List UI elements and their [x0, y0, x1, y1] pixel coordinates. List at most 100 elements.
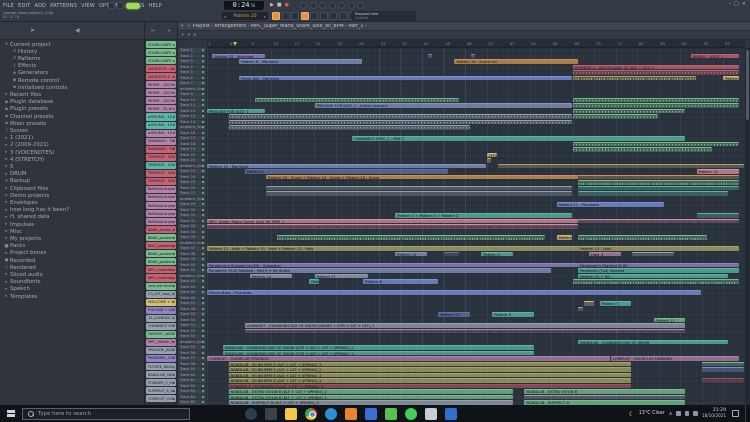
browser-item[interactable]: ▸My projects [0, 235, 144, 242]
pattern-pill[interactable]: WELCOME + SOUND [146, 299, 176, 306]
browser-item[interactable]: ▸Demo projects [0, 192, 144, 199]
clip[interactable]: BANDLAB - CHANGING DAY OF SNOW (GTR + AL… [223, 345, 534, 350]
track-led-icon[interactable] [202, 115, 204, 117]
track-led-icon[interactable] [202, 247, 204, 249]
track-led-icon[interactable] [202, 379, 204, 381]
track-led-icon[interactable] [202, 264, 204, 266]
clip[interactable] [702, 362, 744, 367]
track-led-icon[interactable] [202, 181, 204, 183]
clip[interactable] [524, 395, 685, 400]
browser-item[interactable]: ▸3 (VOICENOTES) [0, 149, 144, 156]
browser-item[interactable]: ▸how long has it been? [0, 207, 144, 214]
browser-item[interactable]: ▸Recent files [0, 91, 144, 98]
clip[interactable]: POWDER 3 - 90 BB BPM 5 (ALT + LST + SPRI… [229, 384, 632, 389]
notification-center-icon[interactable] [732, 410, 739, 417]
browser-item[interactable]: ▸5 [0, 163, 144, 170]
clip[interactable] [702, 367, 744, 372]
pattern-pill[interactable]: BANK_pandemic_a [146, 234, 176, 241]
pattern-pill[interactable]: BeMania drums 4 [146, 210, 176, 217]
track-led-icon[interactable] [202, 60, 204, 62]
browser-item[interactable]: ◆Plugin database [0, 99, 144, 106]
track-led-icon[interactable] [202, 49, 204, 51]
pattern-pill[interactable]: a.KOUMA - 10 E 2 [146, 122, 176, 129]
clip[interactable] [573, 109, 685, 114]
clip[interactable] [573, 147, 712, 152]
browser-item[interactable]: ▪Initialized controls [0, 84, 144, 91]
pattern-pill[interactable]: MOMO - 100 E V3 [146, 97, 176, 104]
clip[interactable]: BANDLAB - 90 BB BPM 5 (ALT + LST + SPRIN… [229, 373, 632, 378]
clip[interactable]: Pattern 3 [309, 279, 319, 284]
clip[interactable] [245, 329, 685, 334]
track-led-icon[interactable] [202, 154, 204, 156]
clip[interactable] [578, 180, 739, 185]
browser-item[interactable]: ▸Project bones [0, 250, 144, 257]
pattern-pill[interactable]: BeMania drums 5 [146, 218, 176, 225]
clip[interactable] [578, 175, 739, 180]
paint-icon[interactable] [425, 408, 437, 420]
pattern-pill[interactable]: SOUND DRPS - ACT 2 [146, 49, 176, 56]
pattern-pill[interactable]: MPC_marimba_dry [146, 274, 176, 281]
clip[interactable] [444, 252, 459, 257]
pattern-pill[interactable]: MOMO - 30 W [146, 105, 176, 112]
clip[interactable]: BANDLAB - CHANGING DAY OF SNOW [578, 340, 728, 345]
tempo-tap-icon[interactable] [329, 12, 337, 20]
pattern-pill[interactable]: SWANGAS - TING 1 [146, 138, 176, 145]
browser-item[interactable]: ▸Misc [0, 228, 144, 235]
track-led-icon[interactable] [202, 71, 204, 73]
clip[interactable] [573, 114, 658, 119]
track-led-icon[interactable] [202, 357, 204, 359]
browser-item[interactable]: ▸Templates [0, 293, 144, 300]
clip[interactable]: BANDLAB - CHANGING DAY OF SNOW (GTR + AL… [223, 351, 534, 356]
pattern-pill[interactable]: new jeer biding me [146, 283, 176, 290]
pattern-pill[interactable]: BeMania drums 2 [146, 194, 176, 201]
clip[interactable] [578, 186, 739, 191]
track-led-icon[interactable] [202, 390, 204, 392]
clip[interactable]: Pattern 18 - Snare roll [454, 59, 577, 64]
stop-button[interactable]: ■ [277, 2, 282, 8]
track-led-icon[interactable] [202, 104, 204, 106]
loop-record-icon[interactable] [329, 2, 336, 9]
browser-item[interactable]: ≡Patterns [0, 55, 144, 62]
clip[interactable] [277, 235, 545, 240]
pattern-pill[interactable]: MOMO - 100 E V2 [146, 89, 176, 96]
pattern-pill[interactable]: SOUND DRPS - ACT [146, 41, 176, 48]
track-led-icon[interactable] [202, 352, 204, 354]
pattern-pill[interactable]: CHANNELS SYNC [146, 323, 176, 330]
track-led-icon[interactable] [202, 55, 204, 57]
pattern-selector[interactable]: ◂ Pattern 20 ▸ [222, 12, 268, 20]
pattern-pill[interactable]: a.KOUMA - 10 W [146, 130, 176, 137]
track-led-icon[interactable] [202, 313, 204, 315]
browser-item[interactable]: ▾Backup [0, 178, 144, 185]
clip[interactable]: Pattern 21 - Pre-snare [557, 202, 664, 207]
pattern-pill[interactable]: C3_ALT_stop_1stpa [146, 291, 176, 298]
pattern-pill[interactable]: TEMPLIST - DOUX [146, 154, 176, 161]
multilink-icon[interactable] [357, 2, 364, 9]
browser-item[interactable]: ▸1 (2021) [0, 135, 144, 142]
touch-controller-icon[interactable] [339, 12, 347, 20]
pattern-pill[interactable]: TEMPLIST - DOUX 4 [146, 178, 176, 185]
clip[interactable]: Pandemic (Full) Stacked [578, 268, 739, 273]
plugin-picker-icon[interactable] [320, 12, 328, 20]
picker-add-icon[interactable]: + [167, 28, 171, 34]
browser-item[interactable]: ◈Generators [0, 70, 144, 77]
clip[interactable]: Pattern 6 [245, 169, 449, 174]
track-led-icon[interactable] [202, 319, 204, 321]
track-led-icon[interactable] [202, 374, 204, 376]
clip[interactable]: Future Bass - Plus bass [207, 290, 701, 295]
picker-resize-icon[interactable]: ↔ [151, 28, 155, 34]
pattern-pill[interactable]: PANDEMIC_STACK [146, 355, 176, 362]
weather-widget[interactable]: 13°C Clear [639, 411, 665, 416]
menu-view[interactable]: VIEW [81, 3, 95, 9]
edge-icon[interactable] [325, 408, 337, 420]
track-led-icon[interactable] [202, 77, 204, 79]
track-led-icon[interactable] [202, 236, 204, 238]
track-led-icon[interactable] [202, 143, 204, 145]
browser-item[interactable]: ▸H. shared data [0, 214, 144, 221]
browser-item[interactable]: ▸4 (STRETCH) [0, 156, 144, 163]
clip[interactable]: BANDLAB - 90 BB BPM 5 (ALT + LST + SPRIN… [229, 367, 632, 372]
typing-keyboard-icon[interactable] [348, 2, 355, 9]
menu-file[interactable]: FILE [3, 3, 14, 9]
clip[interactable]: COMPLXT - CHOW LAY FINISHED [611, 356, 739, 361]
playlist-timeline[interactable]: 1591317212529333741454953576165697377818… [207, 40, 745, 48]
piano-roll-toggle-icon[interactable] [282, 12, 290, 20]
